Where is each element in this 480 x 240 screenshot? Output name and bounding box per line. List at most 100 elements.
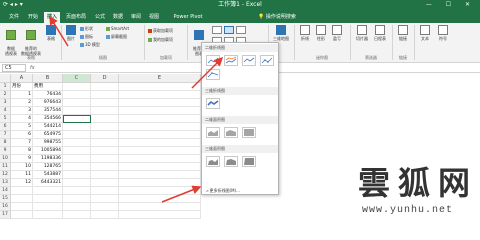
tab-review[interactable]: 审阅 xyxy=(128,12,144,23)
cell[interactable] xyxy=(119,163,201,171)
row-header[interactable]: 9 xyxy=(0,147,11,155)
row-header[interactable]: 15 xyxy=(0,195,11,203)
cell[interactable] xyxy=(11,203,33,211)
cell[interactable]: 7 xyxy=(11,139,33,147)
cell[interactable] xyxy=(119,107,201,115)
cell[interactable] xyxy=(63,211,91,219)
cell[interactable] xyxy=(119,83,201,91)
tab-file[interactable]: 文件 xyxy=(6,12,22,23)
cell[interactable] xyxy=(91,187,119,195)
cell[interactable] xyxy=(119,131,201,139)
row-header[interactable]: 10 xyxy=(0,155,11,163)
icons-button[interactable]: 图标 xyxy=(80,34,93,40)
tab-home[interactable]: 开始 xyxy=(24,12,42,23)
cell[interactable] xyxy=(63,107,91,115)
stacked-area-option[interactable] xyxy=(224,127,238,138)
cell[interactable]: 6443321 xyxy=(33,179,63,187)
cell[interactable]: 2 xyxy=(11,99,33,107)
cell[interactable] xyxy=(91,99,119,107)
cell[interactable] xyxy=(33,187,63,195)
cell[interactable] xyxy=(119,91,201,99)
cell[interactable]: 354566 xyxy=(33,115,63,123)
row-header[interactable]: 7 xyxy=(0,131,11,139)
line-chart-option[interactable] xyxy=(206,55,220,66)
cell[interactable]: 998755 xyxy=(33,139,63,147)
cell[interactable] xyxy=(91,107,119,115)
row-header[interactable]: 2 xyxy=(0,91,11,99)
cell[interactable]: 6 xyxy=(11,131,33,139)
cell[interactable]: 月份 xyxy=(11,83,33,91)
cell[interactable] xyxy=(63,91,91,99)
cell[interactable] xyxy=(91,179,119,187)
cell[interactable] xyxy=(91,171,119,179)
column-chart-button[interactable] xyxy=(212,26,222,34)
cell[interactable] xyxy=(91,91,119,99)
cell[interactable] xyxy=(91,163,119,171)
row-header[interactable]: 14 xyxy=(0,187,11,195)
sparkline-line-button[interactable]: 折线 xyxy=(298,25,312,41)
stacked-line-markers-option[interactable] xyxy=(206,69,220,80)
percent-area-option[interactable] xyxy=(242,127,256,138)
column-header[interactable]: A xyxy=(11,74,33,83)
cell[interactable]: 1005894 xyxy=(33,147,63,155)
cell[interactable]: 5 xyxy=(11,123,33,131)
cell[interactable]: 12 xyxy=(11,179,33,187)
cell[interactable] xyxy=(91,83,119,91)
cell[interactable] xyxy=(119,179,201,187)
cell[interactable] xyxy=(63,139,91,147)
cell[interactable] xyxy=(63,155,91,163)
slicer-button[interactable]: 切片器 xyxy=(354,25,370,41)
cell[interactable]: 9 xyxy=(11,155,33,163)
shapes-button[interactable]: 形状 xyxy=(80,26,93,32)
picture-button[interactable]: 图片 xyxy=(64,25,78,41)
cell[interactable] xyxy=(119,195,201,203)
line-chart-button[interactable] xyxy=(224,26,234,34)
cell[interactable]: 128765 xyxy=(33,163,63,171)
cell[interactable]: 11 xyxy=(11,171,33,179)
pivot-table-button[interactable]: 数据 透视表 xyxy=(2,25,20,56)
cell[interactable] xyxy=(91,115,119,123)
cell[interactable] xyxy=(119,155,201,163)
line-markers-option[interactable] xyxy=(260,55,274,66)
recommended-pivot-button[interactable]: 推荐的 数据透视表 xyxy=(20,25,42,56)
cell[interactable]: 543887 xyxy=(33,171,63,179)
cell[interactable] xyxy=(119,147,201,155)
stacked-line-option[interactable] xyxy=(224,55,238,66)
symbol-button[interactable]: 符号 xyxy=(436,25,450,41)
row-header[interactable]: 1 xyxy=(0,83,11,91)
cell[interactable] xyxy=(119,99,201,107)
line-3d-option[interactable] xyxy=(206,98,220,109)
cell[interactable]: 76434 xyxy=(33,91,63,99)
sparkline-winloss-button[interactable]: 盈亏 xyxy=(330,25,344,41)
name-box[interactable]: C5 xyxy=(2,64,26,72)
column-header[interactable]: D xyxy=(91,74,119,83)
cell[interactable]: 3 xyxy=(11,107,33,115)
tab-page-layout[interactable]: 页面布局 xyxy=(62,12,90,23)
cell[interactable] xyxy=(11,187,33,195)
tab-view[interactable]: 视图 xyxy=(146,12,162,23)
pie-chart-button[interactable] xyxy=(236,26,246,34)
cell[interactable] xyxy=(63,99,91,107)
cell[interactable] xyxy=(119,123,201,131)
screenshot-button[interactable]: 屏幕截图 xyxy=(106,34,127,40)
cell[interactable] xyxy=(119,203,201,211)
column-header[interactable]: E xyxy=(119,74,201,83)
my-addins-button[interactable]: 我的加载项 xyxy=(148,37,173,43)
cell[interactable] xyxy=(119,187,201,195)
cell[interactable] xyxy=(91,123,119,131)
column-header[interactable]: B xyxy=(33,74,63,83)
fx-icon[interactable]: fx xyxy=(30,64,35,72)
cell[interactable]: 8 xyxy=(11,147,33,155)
cell[interactable]: 10 xyxy=(11,163,33,171)
cell[interactable]: 976643 xyxy=(33,99,63,107)
timeline-button[interactable]: 日程表 xyxy=(372,25,388,41)
cell[interactable] xyxy=(63,187,91,195)
cell[interactable] xyxy=(11,211,33,219)
tab-data[interactable]: 数据 xyxy=(110,12,126,23)
window-controls[interactable]: — ☐ ✕ xyxy=(426,1,476,9)
cell[interactable] xyxy=(91,211,119,219)
row-header[interactable]: 11 xyxy=(0,163,11,171)
row-header[interactable]: 16 xyxy=(0,203,11,211)
cell[interactable] xyxy=(119,115,201,123)
tab-power-pivot[interactable]: Power Pivot xyxy=(168,12,208,23)
